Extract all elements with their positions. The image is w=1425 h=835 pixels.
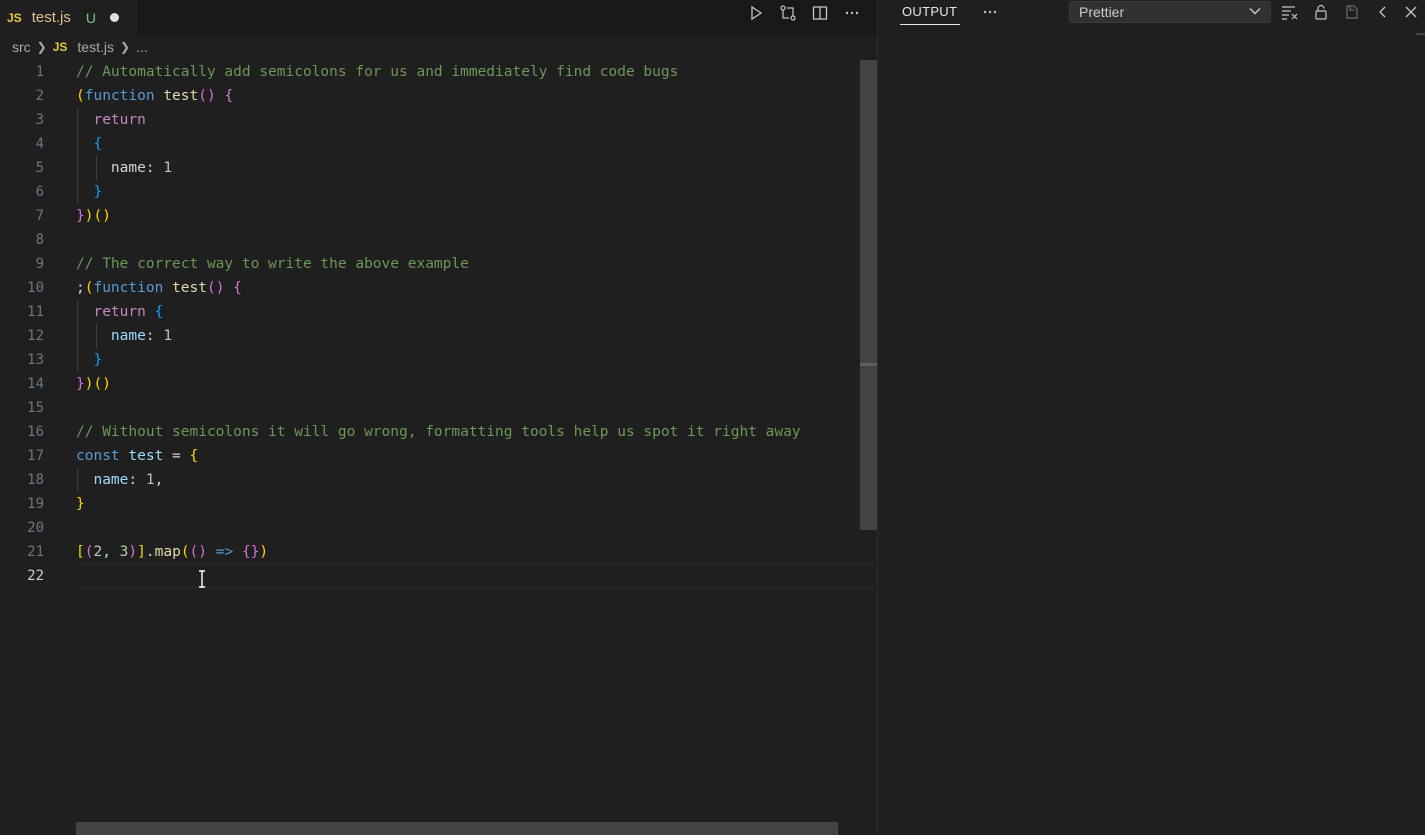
line-number: 22: [27, 568, 44, 584]
lock-icon[interactable]: [1309, 0, 1333, 24]
line-number: 1: [35, 64, 44, 80]
line-number: 3: [35, 112, 44, 128]
breadcrumb-more[interactable]: ...: [136, 39, 148, 55]
line-number: 21: [27, 544, 44, 560]
javascript-file-icon: JS: [52, 40, 68, 54]
code-line: 11 return {: [0, 300, 877, 324]
line-number: 17: [27, 448, 44, 464]
line-number: 11: [27, 304, 44, 320]
clear-output-icon[interactable]: [1278, 0, 1302, 24]
line-number: 14: [27, 376, 44, 392]
chevron-down-icon: [1248, 4, 1262, 21]
code-line: 13 }: [0, 348, 877, 372]
horizontal-scrollbar[interactable]: [76, 822, 838, 835]
git-compare-icon[interactable]: [776, 1, 800, 25]
chevron-right-icon: ❯: [120, 40, 131, 54]
editor-actions: [744, 1, 864, 25]
line-number: 15: [27, 400, 44, 416]
text-cursor-icon: [197, 570, 207, 588]
line-number: 7: [35, 208, 44, 224]
code-line: 16// Without semicolons it will go wrong…: [0, 420, 877, 444]
breadcrumb-file[interactable]: test.js: [77, 39, 114, 55]
vertical-scrollbar[interactable]: [860, 60, 877, 530]
close-icon[interactable]: [1399, 0, 1423, 24]
code-line: 4 {: [0, 132, 877, 156]
line-number: 10: [27, 280, 44, 296]
play-icon[interactable]: [744, 1, 768, 25]
code-line: 14})(): [0, 372, 877, 396]
line-number: 12: [27, 328, 44, 344]
tab-bar: JS test.js U: [0, 0, 877, 35]
output-channel-select[interactable]: Prettier: [1069, 1, 1271, 23]
line-number: 6: [35, 184, 44, 200]
code-line: 10 ;(function test() {: [0, 276, 877, 300]
tab-filename: test.js: [31, 9, 71, 26]
output-panel: OUTPUT Prettier: [878, 0, 1425, 835]
code-line: 12 name: 1: [0, 324, 877, 348]
code-line: 20: [0, 516, 877, 540]
code-line: 18 name: 1,: [0, 468, 877, 492]
code-line: 7})(): [0, 204, 877, 228]
code-line: 5 name: 1: [0, 156, 877, 180]
code-line: 2 (function test() {: [0, 84, 877, 108]
line-number: 5: [35, 160, 44, 176]
tab-output[interactable]: OUTPUT: [902, 4, 957, 19]
breadcrumb: src ❯ JS test.js ❯ ...: [12, 36, 148, 58]
open-output-icon[interactable]: [1340, 0, 1364, 24]
code-line-active: 22: [0, 564, 877, 588]
javascript-file-icon: JS: [7, 10, 22, 25]
more-icon[interactable]: [978, 0, 1002, 24]
editor-group: JS test.js U src ❯ JS test.js ❯ ... 1 //…: [0, 0, 877, 835]
code-line: 8: [0, 228, 877, 252]
panel-actions: [1278, 0, 1423, 24]
line-number: 19: [27, 496, 44, 512]
split-editor-icon[interactable]: [808, 1, 832, 25]
code-line: 3 return: [0, 108, 877, 132]
active-tab-indicator: [900, 24, 960, 25]
line-number: 9: [35, 256, 44, 272]
chevron-left-icon[interactable]: [1371, 0, 1395, 24]
chevron-right-icon: ❯: [36, 40, 47, 54]
breadcrumb-folder[interactable]: src: [12, 39, 31, 55]
line-number: 4: [35, 136, 44, 152]
code-line: 9// The correct way to write the above e…: [0, 252, 877, 276]
tab-test-js[interactable]: JS test.js U: [0, 0, 138, 35]
code-line: 15: [0, 396, 877, 420]
code-line: 1// Automatically add semicolons for us …: [0, 60, 877, 84]
untracked-badge: U: [85, 9, 96, 26]
scrollbar-cursor-marker: [860, 363, 877, 366]
line-number: 13: [27, 352, 44, 368]
output-channel-value: Prettier: [1079, 4, 1125, 20]
code-line: 21 [(2, 3)].map(() => {}): [0, 540, 877, 564]
more-icon[interactable]: [840, 1, 864, 25]
line-number: 20: [27, 520, 44, 536]
line-number: 8: [35, 232, 44, 248]
line-number: 18: [27, 472, 44, 488]
code-line: 17 const test = {: [0, 444, 877, 468]
line-number: 16: [27, 424, 44, 440]
unsaved-dot-icon[interactable]: [110, 13, 119, 22]
panel-scroll-indicator: [1416, 33, 1425, 35]
line-number: 2: [35, 88, 44, 104]
code-line: 6 }: [0, 180, 877, 204]
code-line: 19}: [0, 492, 877, 516]
